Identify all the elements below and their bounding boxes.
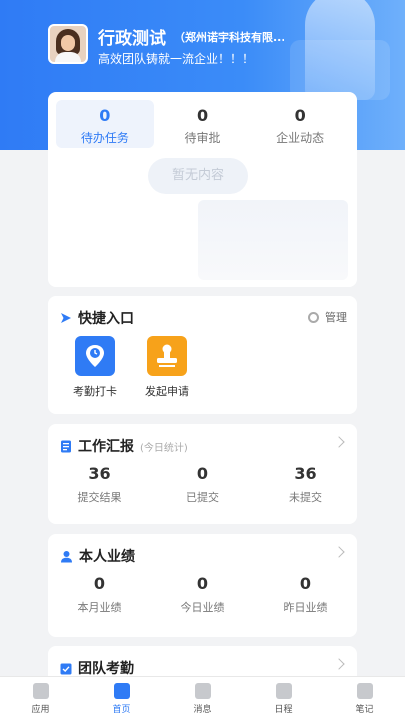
quick-entry-header: 快捷入口 bbox=[60, 308, 134, 328]
stat-not-submitted[interactable]: 36 未提交 bbox=[254, 464, 357, 505]
stat-value: 0 bbox=[299, 574, 312, 593]
empty-text: 暂无内容 bbox=[171, 168, 224, 183]
clock-location-icon bbox=[75, 336, 115, 376]
tab-pending-approval[interactable]: 0 待审批 bbox=[154, 100, 252, 148]
empty-illustration bbox=[198, 200, 348, 280]
section-title: 工作汇报 bbox=[78, 439, 134, 455]
stat-label: 今日业绩 bbox=[180, 601, 225, 614]
chart-icon bbox=[113, 683, 130, 699]
header-decoration bbox=[290, 40, 390, 100]
performance-header: 本人业绩 bbox=[60, 546, 135, 566]
section-title: 快捷入口 bbox=[78, 311, 134, 327]
play-arrow-icon bbox=[61, 313, 71, 323]
quick-item-label: 考勤打卡 bbox=[73, 385, 117, 398]
stat-value: 0 bbox=[93, 574, 106, 593]
tab-label: 待办任务 bbox=[80, 131, 129, 145]
stat-label: 提交结果 bbox=[77, 491, 122, 504]
work-report-header: 工作汇报 (今日统计) bbox=[60, 436, 188, 456]
nav-schedule[interactable]: 日程 bbox=[243, 677, 324, 720]
stat-value: 36 bbox=[88, 464, 111, 483]
nav-notes[interactable]: 笔记 bbox=[324, 677, 405, 720]
nav-label: 笔记 bbox=[355, 705, 374, 715]
calendar-icon bbox=[275, 683, 292, 699]
document-icon bbox=[61, 440, 71, 452]
tab-count: 0 bbox=[99, 106, 111, 125]
stat-value: 0 bbox=[196, 464, 209, 483]
stat-label: 未提交 bbox=[289, 491, 322, 504]
tab-count: 0 bbox=[294, 106, 306, 125]
team-attendance-header: 团队考勤 bbox=[60, 658, 134, 678]
quick-entry-card: 快捷入口 管理 考勤打卡 发起申请 bbox=[48, 296, 357, 414]
chevron-right-icon bbox=[333, 436, 345, 448]
nav-label: 日程 bbox=[274, 705, 293, 715]
tab-company-news[interactable]: 0 企业动态 bbox=[251, 100, 349, 148]
gear-icon bbox=[308, 311, 319, 323]
calendar-check-icon bbox=[60, 663, 72, 674]
company-motto: 高效团队铸就一流企业！！！ bbox=[98, 52, 255, 66]
bottom-nav: 应用 首页 消息 日程 笔记 bbox=[0, 676, 405, 720]
tab-count: 0 bbox=[196, 106, 209, 125]
stat-value: 0 bbox=[196, 574, 209, 593]
section-subtitle: (今日统计) bbox=[140, 442, 188, 454]
nav-label: 首页 bbox=[112, 705, 131, 715]
person-icon bbox=[61, 550, 72, 562]
tab-label: 企业动态 bbox=[276, 131, 325, 145]
tab-todo-tasks[interactable]: 0 待办任务 bbox=[56, 100, 154, 148]
manage-button[interactable]: 管理 bbox=[308, 309, 347, 325]
chevron-right-icon bbox=[333, 658, 345, 670]
quick-item-label: 发起申请 bbox=[145, 385, 189, 398]
work-report-card[interactable]: 工作汇报 (今日统计) 36 提交结果 0 已提交 36 未提交 bbox=[48, 424, 357, 524]
nav-messages[interactable]: 消息 bbox=[162, 677, 243, 720]
nav-label: 应用 bbox=[31, 705, 50, 715]
stat-submitted[interactable]: 0 已提交 bbox=[151, 464, 254, 505]
stat-today-performance[interactable]: 0 今日业绩 bbox=[151, 574, 254, 615]
notebook-icon bbox=[356, 683, 373, 699]
company-name: （郑州诺宇科技有限... bbox=[174, 31, 284, 44]
section-title: 本人业绩 bbox=[79, 549, 135, 565]
nav-home[interactable]: 首页 bbox=[81, 677, 162, 720]
stat-label: 本月业绩 bbox=[77, 601, 122, 614]
stat-submitted-results[interactable]: 36 提交结果 bbox=[48, 464, 151, 505]
section-title: 团队考勤 bbox=[78, 661, 134, 677]
quick-item-attendance[interactable]: 考勤打卡 bbox=[60, 336, 130, 399]
stat-yesterday-performance[interactable]: 0 昨日业绩 bbox=[254, 574, 357, 615]
quick-item-apply[interactable]: 发起申请 bbox=[132, 336, 202, 399]
grid-icon bbox=[32, 683, 49, 699]
stat-label: 昨日业绩 bbox=[283, 601, 328, 614]
performance-card[interactable]: 本人业绩 0 本月业绩 0 今日业绩 0 昨日业绩 bbox=[48, 534, 357, 637]
stat-month-performance[interactable]: 0 本月业绩 bbox=[48, 574, 151, 615]
message-icon bbox=[194, 683, 211, 699]
user-name: 行政测试 bbox=[98, 29, 166, 49]
stat-value: 36 bbox=[294, 464, 317, 483]
stamp-icon bbox=[147, 336, 187, 376]
tab-label: 待审批 bbox=[184, 131, 221, 145]
nav-apps[interactable]: 应用 bbox=[0, 677, 81, 720]
avatar[interactable] bbox=[48, 24, 88, 64]
work-report-stats: 36 提交结果 0 已提交 36 未提交 bbox=[48, 464, 357, 505]
manage-label: 管理 bbox=[325, 311, 347, 324]
nav-label: 消息 bbox=[193, 705, 212, 715]
performance-stats: 0 本月业绩 0 今日业绩 0 昨日业绩 bbox=[48, 574, 357, 615]
stat-label: 已提交 bbox=[186, 491, 219, 504]
chevron-right-icon bbox=[333, 546, 345, 558]
task-card: 0 待办任务 0 待审批 0 企业动态 暂无内容 bbox=[48, 92, 357, 287]
task-tabs: 0 待办任务 0 待审批 0 企业动态 bbox=[56, 100, 349, 148]
